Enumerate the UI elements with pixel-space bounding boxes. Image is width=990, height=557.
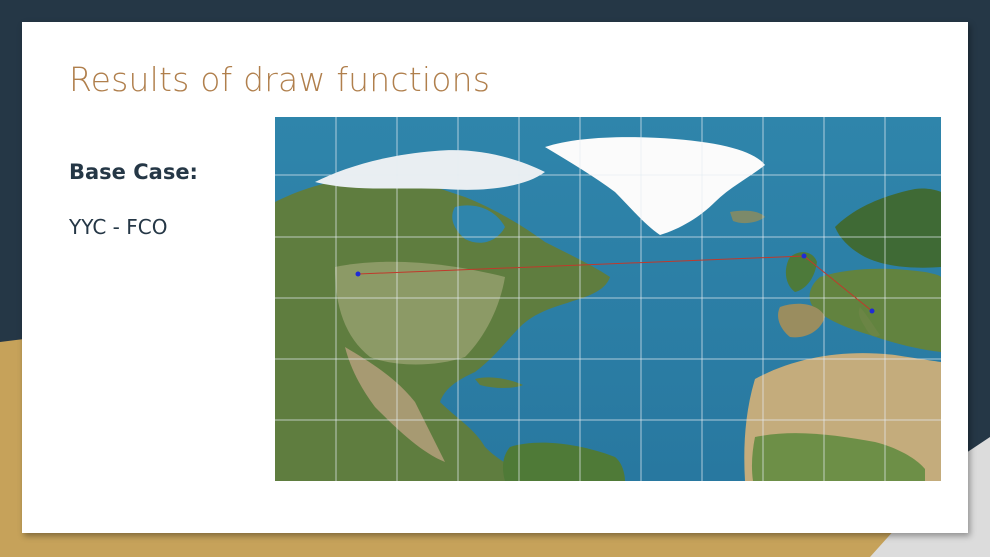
world-map — [275, 117, 941, 481]
slide-title: Results of draw functions — [69, 60, 491, 99]
route-label: YYC - FCO — [69, 215, 168, 239]
slide: Results of draw functions Base Case: YYC… — [22, 22, 968, 533]
waypoint-fco — [869, 308, 875, 314]
waypoint-lhr — [801, 253, 807, 259]
base-case-heading: Base Case: — [69, 160, 198, 184]
waypoint-yyc — [355, 271, 361, 277]
map-canvas — [275, 117, 941, 481]
